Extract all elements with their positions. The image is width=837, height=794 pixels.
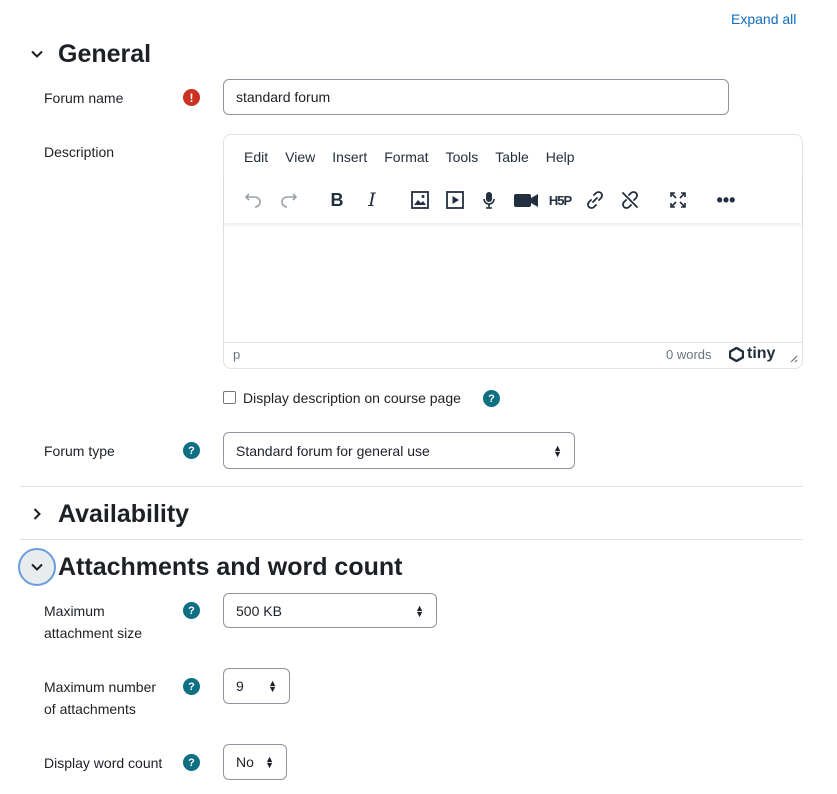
help-icon[interactable]: ? <box>483 390 500 407</box>
menu-help[interactable]: Help <box>546 149 575 165</box>
word-count-status: 0 words <box>666 347 712 362</box>
section-title: General <box>58 39 152 68</box>
forum-name-label: Forum name <box>44 90 124 106</box>
section-title: Availability <box>58 499 190 528</box>
max-attachment-size-value: 500 KB <box>236 602 282 619</box>
forum-name-input[interactable]: standard forum <box>223 79 729 115</box>
forum-type-label: Forum type <box>44 443 115 459</box>
max-attachments-value: 9 <box>236 678 244 694</box>
chevron-down-icon[interactable] <box>24 41 50 67</box>
chevron-down-icon[interactable] <box>18 548 56 586</box>
description-label: Description <box>44 144 115 160</box>
menu-view[interactable]: View <box>285 149 315 165</box>
required-icon: ! <box>183 89 200 106</box>
forum-type-select[interactable]: Standard forum for general use ▲ ▼ <box>223 432 575 469</box>
section-divider <box>20 486 803 487</box>
display-description-label: Display description on course page <box>243 390 461 406</box>
microphone-icon[interactable] <box>478 189 500 211</box>
forum-type-value: Standard forum for general use <box>236 442 430 459</box>
max-attachment-size-select[interactable]: 500 KB ▲ ▼ <box>223 593 437 628</box>
italic-icon[interactable]: I <box>361 189 383 211</box>
section-title: Attachments and word count <box>58 552 403 581</box>
tiny-logo-icon <box>729 346 744 362</box>
element-path[interactable]: p <box>233 347 240 362</box>
help-icon[interactable]: ? <box>183 678 200 695</box>
help-icon[interactable]: ? <box>183 754 200 771</box>
display-word-count-value: No <box>236 754 254 770</box>
chevron-right-icon[interactable] <box>24 501 50 527</box>
more-icon[interactable]: ••• <box>715 189 737 211</box>
select-arrows-icon: ▲ ▼ <box>268 678 277 694</box>
max-attachments-label: Maximum number of attachments <box>44 679 157 717</box>
unlink-icon[interactable] <box>619 189 641 211</box>
video-camera-icon[interactable] <box>512 189 540 211</box>
display-description-checkbox[interactable] <box>223 391 236 404</box>
display-word-count-label: Display word count <box>44 755 163 771</box>
select-arrows-icon: ▲ ▼ <box>265 754 274 770</box>
editor-statusbar: p 0 words tiny <box>224 342 802 368</box>
forum-name-value: standard forum <box>236 89 331 105</box>
help-icon[interactable]: ? <box>183 602 200 619</box>
image-icon[interactable] <box>409 189 431 211</box>
editor-toolbar: B I H5P ••• <box>224 175 802 223</box>
menu-tools[interactable]: Tools <box>446 149 479 165</box>
max-attachments-select[interactable]: 9 ▲ ▼ <box>223 668 290 704</box>
max-attachment-size-label: Maximum attachment size <box>44 603 143 641</box>
redo-icon[interactable] <box>278 189 300 211</box>
menu-table[interactable]: Table <box>495 149 528 165</box>
link-icon[interactable] <box>584 189 606 211</box>
editor-menubar: Edit View Insert Format Tools Table Help <box>244 149 592 165</box>
description-editor[interactable]: Edit View Insert Format Tools Table Help… <box>223 134 803 369</box>
section-header-general[interactable]: General <box>24 34 151 74</box>
undo-icon[interactable] <box>242 189 264 211</box>
menu-insert[interactable]: Insert <box>332 149 367 165</box>
section-divider <box>20 539 803 540</box>
section-header-availability[interactable]: Availability <box>24 494 189 534</box>
select-arrows-icon: ▲ ▼ <box>415 602 424 619</box>
section-header-attachments[interactable]: Attachments and word count <box>18 547 403 587</box>
menu-format[interactable]: Format <box>384 149 428 165</box>
fullscreen-icon[interactable] <box>667 189 689 211</box>
resize-handle-icon[interactable] <box>788 351 798 366</box>
select-arrows-icon: ▲ ▼ <box>553 442 562 459</box>
media-icon[interactable] <box>444 189 466 211</box>
tiny-logo[interactable]: tiny <box>729 345 775 363</box>
display-word-count-select[interactable]: No ▲ ▼ <box>223 744 287 780</box>
menu-edit[interactable]: Edit <box>244 149 268 165</box>
expand-all-link[interactable]: Expand all <box>731 11 796 27</box>
bold-icon[interactable]: B <box>326 189 348 211</box>
help-icon[interactable]: ? <box>183 442 200 459</box>
h5p-icon[interactable]: H5P <box>547 189 573 211</box>
